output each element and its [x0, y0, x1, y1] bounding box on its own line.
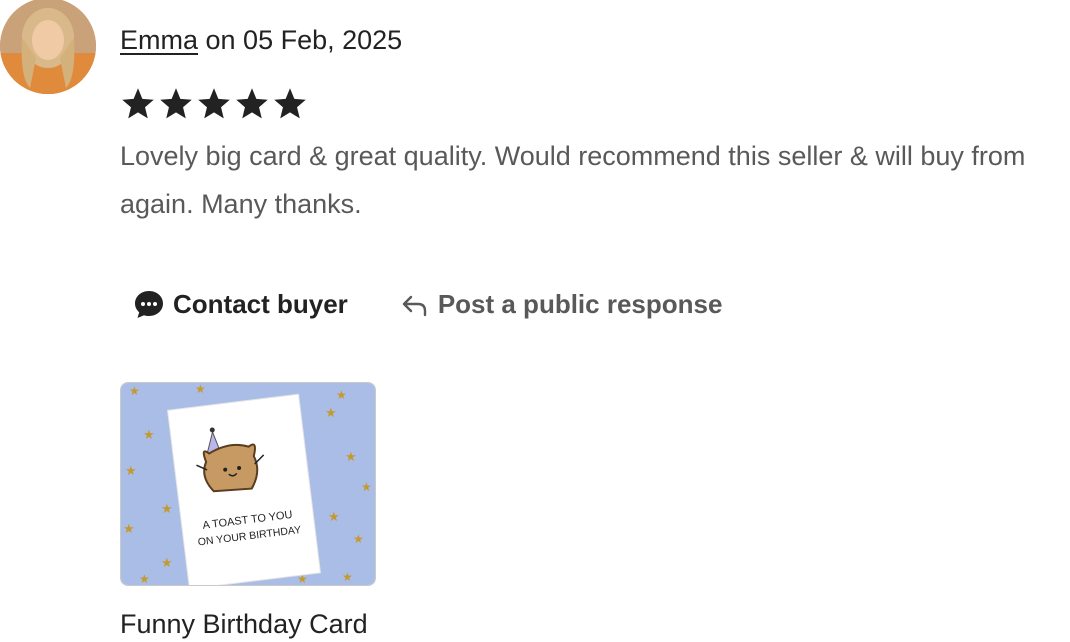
listing-thumbnail[interactable]: ★ ★ ★ ★ ★ ★ ★ ★ ★ ★ ★ ★ ★ ★ ★ ★ A TOAST … — [120, 382, 376, 586]
svg-text:★: ★ — [161, 555, 173, 570]
svg-text:★: ★ — [353, 532, 364, 546]
svg-text:★: ★ — [336, 388, 347, 402]
review-byline: Emma on 05 Feb, 2025 — [120, 22, 402, 58]
svg-text:★: ★ — [143, 427, 155, 442]
svg-text:★: ★ — [123, 521, 135, 536]
listing-title[interactable]: Funny Birthday Card — [120, 606, 368, 642]
chat-bubble-icon — [135, 291, 163, 318]
reviewer-name-link[interactable]: Emma — [120, 25, 198, 55]
review-actions: Contact buyer Post a public response — [133, 288, 722, 320]
review-text: Lovely big card & great quality. Would r… — [120, 141, 1026, 219]
svg-text:★: ★ — [129, 384, 140, 398]
star-icon — [274, 88, 306, 119]
star-icon — [122, 88, 154, 119]
star-icon — [198, 88, 230, 119]
star-icon — [160, 88, 192, 119]
listing-image: ★ ★ ★ ★ ★ ★ ★ ★ ★ ★ ★ ★ ★ ★ ★ ★ A TOAST … — [121, 383, 375, 585]
svg-text:★: ★ — [342, 570, 353, 584]
avatar-photo — [0, 0, 96, 94]
svg-text:★: ★ — [125, 463, 137, 478]
svg-text:★: ★ — [345, 449, 357, 464]
review-date: on 05 Feb, 2025 — [198, 25, 403, 55]
contact-buyer-label: Contact buyer — [173, 288, 348, 319]
svg-text:★: ★ — [328, 509, 340, 524]
star-rating — [120, 86, 308, 122]
svg-text:★: ★ — [161, 501, 173, 516]
svg-text:★: ★ — [195, 383, 206, 396]
svg-text:★: ★ — [361, 480, 372, 494]
reply-arrow-icon — [402, 295, 427, 317]
star-icon — [236, 88, 268, 119]
reviewer-avatar[interactable] — [0, 0, 96, 94]
post-public-response-button[interactable]: Post a public response — [400, 288, 723, 320]
post-public-response-label: Post a public response — [437, 288, 723, 319]
svg-text:★: ★ — [139, 572, 150, 585]
svg-text:★: ★ — [325, 405, 337, 420]
contact-buyer-button[interactable]: Contact buyer — [133, 288, 348, 320]
